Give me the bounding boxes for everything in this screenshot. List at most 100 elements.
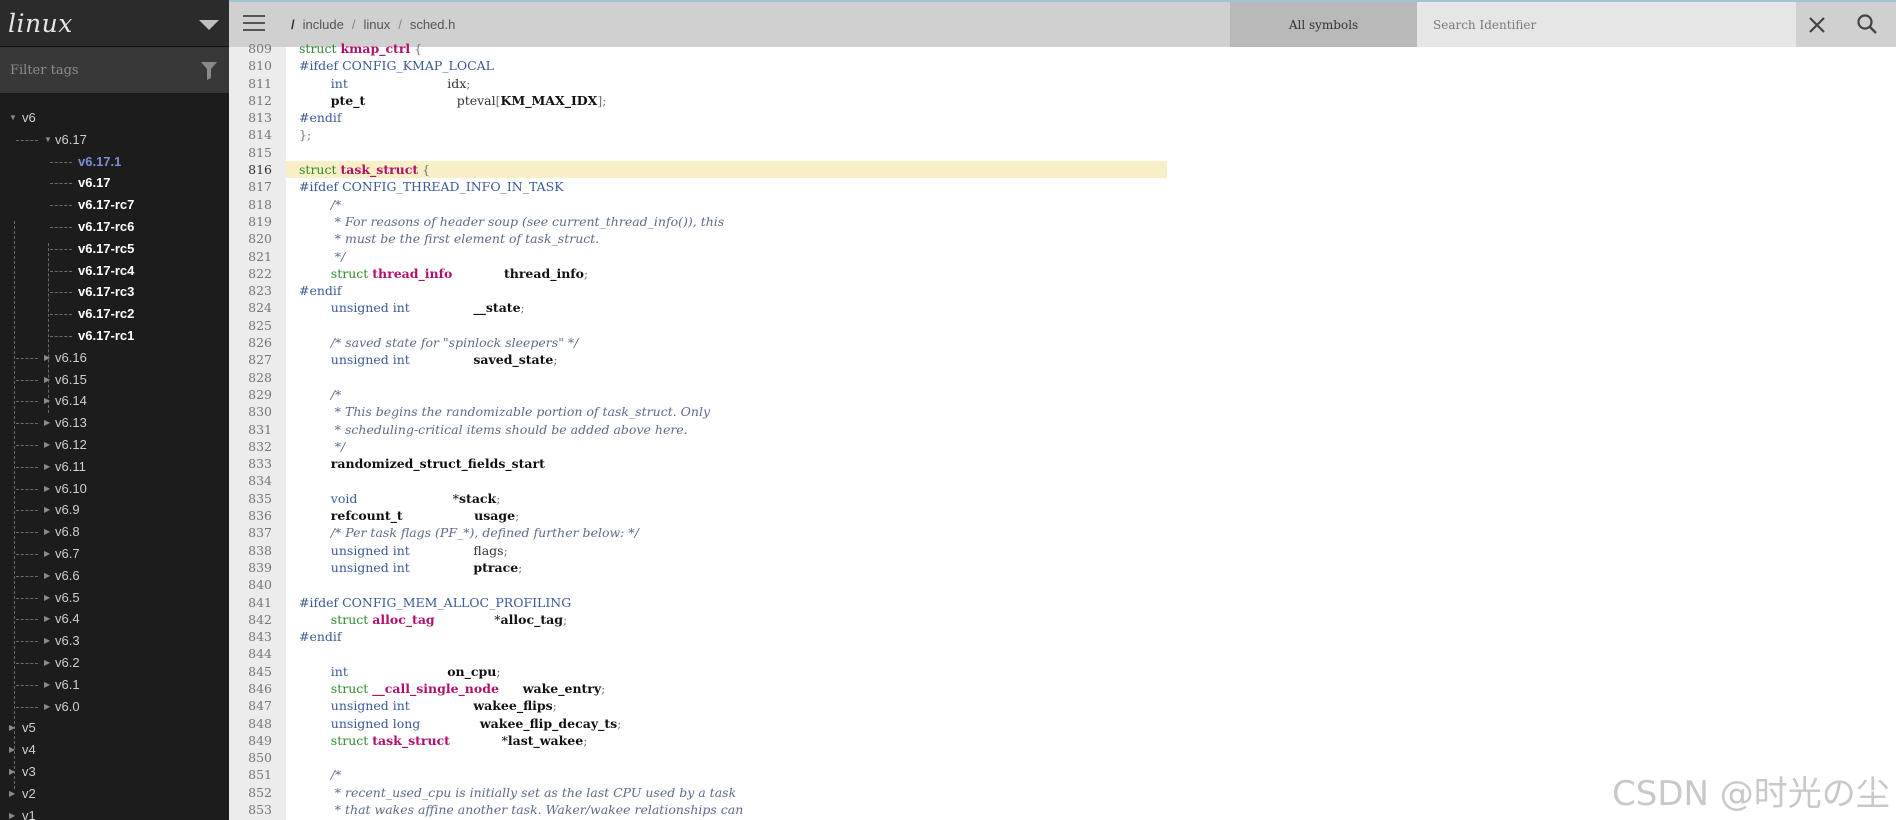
tree-item-v6-1[interactable]: ▶ v6.1 (0, 674, 229, 696)
breadcrumb-file[interactable]: sched.h (410, 17, 456, 32)
collapsed-triangle-icon[interactable]: ▶ (44, 412, 50, 434)
code-token[interactable]: usage (474, 508, 515, 523)
tree-item-v6-17-rc5[interactable]: v6.17-rc5 (0, 238, 229, 260)
line-number[interactable]: 837 (229, 524, 272, 541)
tree-item-v6-13[interactable]: ▶ v6.13 (0, 412, 229, 434)
tree-item-v6-17-1[interactable]: v6.17.1 (0, 151, 229, 173)
collapsed-triangle-icon[interactable]: ▶ (44, 587, 50, 609)
line-number[interactable]: 844 (229, 645, 272, 662)
code-token[interactable]: saved_state (473, 352, 553, 367)
line-number[interactable]: 812 (229, 92, 272, 109)
tree-item-v6-4[interactable]: ▶ v6.4 (0, 608, 229, 630)
tree-item-v6-17[interactable]: ▼ v6.17 (0, 129, 229, 151)
tree-item-v6-12[interactable]: ▶ v6.12 (0, 434, 229, 456)
collapsed-triangle-icon[interactable]: ▶ (44, 565, 50, 587)
collapsed-triangle-icon[interactable]: ▶ (44, 543, 50, 565)
line-number[interactable]: 835 (229, 490, 272, 507)
code-token[interactable]: thread_info (504, 266, 584, 281)
line-number[interactable]: 815 (229, 144, 272, 161)
line-number[interactable]: 836 (229, 507, 272, 524)
tree-item-v6-17-rc1[interactable]: v6.17-rc1 (0, 325, 229, 347)
line-number[interactable]: 810 (229, 57, 272, 74)
breadcrumb-include[interactable]: include (303, 17, 344, 32)
tree-item-v6-17-rc3[interactable]: v6.17-rc3 (0, 281, 229, 303)
line-number[interactable]: 813 (229, 109, 272, 126)
tree-item-v6-9[interactable]: ▶ v6.9 (0, 499, 229, 521)
code-token[interactable]: stack (459, 491, 496, 506)
line-number[interactable]: 850 (229, 749, 272, 766)
line-number[interactable]: 817 (229, 178, 272, 195)
line-number[interactable]: 849 (229, 732, 272, 749)
collapsed-triangle-icon[interactable]: ▶ (44, 696, 50, 718)
code-token[interactable]: KM_MAX_IDX (501, 93, 598, 108)
expanded-triangle-icon[interactable]: ▼ (9, 107, 17, 129)
line-number[interactable]: 828 (229, 369, 272, 386)
line-number[interactable]: 831 (229, 421, 272, 438)
tree-item-v6[interactable]: ▼ v6 (0, 107, 229, 129)
collapsed-triangle-icon[interactable]: ▶ (44, 499, 50, 521)
tree-item-v6-2[interactable]: ▶ v6.2 (0, 652, 229, 674)
line-number[interactable]: 840 (229, 576, 272, 593)
tree-item-v6-10[interactable]: ▶ v6.10 (0, 478, 229, 500)
line-number[interactable]: 833 (229, 455, 272, 472)
collapsed-triangle-icon[interactable]: ▶ (44, 674, 50, 696)
collapsed-triangle-icon[interactable]: ▶ (9, 805, 15, 820)
tree-item-v6-0[interactable]: ▶ v6.0 (0, 696, 229, 718)
line-number[interactable]: 809 (229, 40, 272, 57)
line-number[interactable]: 841 (229, 594, 272, 611)
line-number[interactable]: 834 (229, 472, 272, 489)
tree-item-v6-17-rc4[interactable]: v6.17-rc4 (0, 260, 229, 282)
collapsed-triangle-icon[interactable]: ▶ (9, 717, 15, 739)
collapsed-triangle-icon[interactable]: ▶ (44, 456, 50, 478)
line-number[interactable]: 816 (229, 161, 272, 178)
line-number[interactable]: 814 (229, 126, 272, 143)
line-number[interactable]: 827 (229, 351, 272, 368)
collapsed-triangle-icon[interactable]: ▶ (44, 652, 50, 674)
code-token[interactable]: pte_t (331, 93, 366, 108)
project-selector[interactable]: linux (0, 0, 229, 47)
tree-item-v6-17-rc7[interactable]: v6.17-rc7 (0, 194, 229, 216)
collapsed-triangle-icon[interactable]: ▶ (44, 347, 50, 369)
collapsed-triangle-icon[interactable]: ▶ (44, 608, 50, 630)
line-number[interactable]: 832 (229, 438, 272, 455)
line-number[interactable]: 853 (229, 801, 272, 818)
code-token[interactable]: CONFIG_KMAP_LOCAL (342, 58, 494, 73)
tree-item-v6-17-rc6[interactable]: v6.17-rc6 (0, 216, 229, 238)
breadcrumb-root[interactable]: / (291, 17, 295, 32)
breadcrumb-linux[interactable]: linux (363, 17, 390, 32)
line-number[interactable]: 822 (229, 265, 272, 282)
code-token[interactable]: alloc_tag (501, 612, 563, 627)
tree-item-v6-17-rc2[interactable]: v6.17-rc2 (0, 303, 229, 325)
code-token[interactable]: last_wakee (508, 733, 583, 748)
code-token[interactable]: __state (473, 300, 520, 315)
tree-item-v2[interactable]: ▶ v2 (0, 783, 229, 805)
line-number[interactable]: 824 (229, 299, 272, 316)
line-number[interactable]: 811 (229, 75, 272, 92)
tree-item-v6-15[interactable]: ▶ v6.15 (0, 369, 229, 391)
code-token[interactable]: CONFIG_THREAD_INFO_IN_TASK (342, 179, 563, 194)
tree-item-v6-3[interactable]: ▶ v6.3 (0, 630, 229, 652)
chevron-down-icon[interactable] (199, 20, 219, 30)
tree-item-v4[interactable]: ▶ v4 (0, 739, 229, 761)
line-number[interactable]: 848 (229, 715, 272, 732)
symbol-link[interactable]: task_struct (372, 733, 450, 748)
tree-item-v1[interactable]: ▶ v1 (0, 805, 229, 820)
tree-item-v6-7[interactable]: ▶ v6.7 (0, 543, 229, 565)
code-token[interactable]: on_cpu (447, 664, 496, 679)
line-number[interactable]: 819 (229, 213, 272, 230)
symbol-link[interactable]: alloc_tag (372, 612, 434, 627)
line-number[interactable]: 823 (229, 282, 272, 299)
symbol-link[interactable]: task_struct (340, 162, 418, 177)
code-token[interactable]: randomized_struct_fields_start (331, 456, 545, 471)
collapsed-triangle-icon[interactable]: ▶ (44, 478, 50, 500)
tree-item-v6-5[interactable]: ▶ v6.5 (0, 587, 229, 609)
line-number[interactable]: 847 (229, 697, 272, 714)
collapsed-triangle-icon[interactable]: ▶ (44, 369, 50, 391)
line-number[interactable]: 821 (229, 248, 272, 265)
symbol-link[interactable]: kmap_ctrl (340, 41, 410, 56)
close-icon[interactable] (1805, 13, 1829, 37)
line-number[interactable]: 839 (229, 559, 272, 576)
line-number[interactable]: 852 (229, 784, 272, 801)
tree-item-v3[interactable]: ▶ v3 (0, 761, 229, 783)
tree-item-v5[interactable]: ▶ v5 (0, 717, 229, 739)
